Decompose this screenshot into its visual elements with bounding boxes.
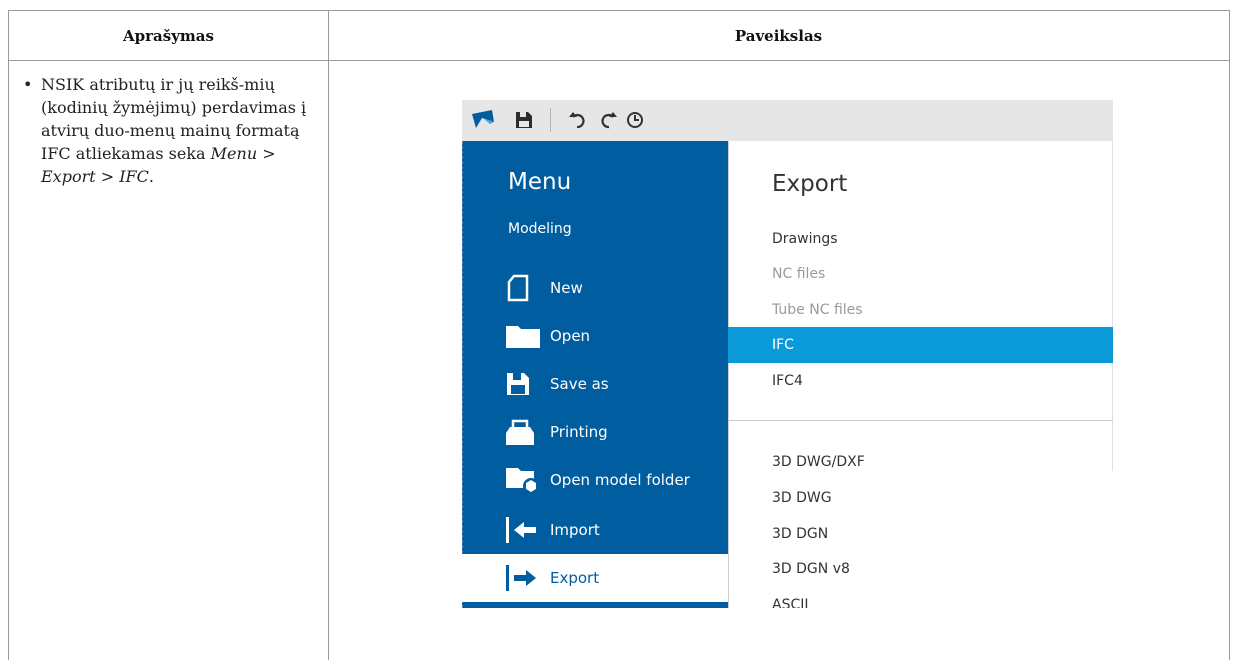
export-item-3d-dgn[interactable]: 3D DGN [728, 516, 1113, 552]
export-item-nc-files: NC files [728, 256, 1113, 292]
quick-access-toolbar [462, 100, 1113, 141]
software-screenshot: Menu Modeling New Open Save as Printing [462, 100, 1113, 608]
menu-subtitle[interactable]: Modeling [508, 221, 572, 237]
export-divider [728, 420, 1113, 421]
menu-item-save-as[interactable]: Save as [462, 360, 728, 408]
menu-item-open[interactable]: Open [462, 312, 728, 360]
export-item-label: 3D DGN [772, 526, 829, 542]
export-item-ifc[interactable]: IFC [728, 327, 1113, 363]
app-logo-icon[interactable] [470, 110, 496, 130]
undo-icon[interactable] [568, 110, 590, 130]
folder-icon [506, 324, 546, 348]
export-item-tube-nc-files: Tube NC files [728, 292, 1113, 328]
column-header-picture: Paveikslas [328, 11, 1229, 61]
export-item-3d-dwg[interactable]: 3D DWG [728, 480, 1113, 516]
menu-item-printing[interactable]: Printing [462, 408, 728, 456]
export-item-label: Tube NC files [772, 302, 863, 318]
export-item-label: Drawings [772, 231, 838, 247]
export-submenu: Export Drawings NC files Tube NC files I… [728, 141, 1113, 608]
menu-title: Menu [508, 169, 572, 195]
import-icon [506, 517, 546, 543]
export-item-label: IFC [772, 337, 794, 353]
toolbar-separator [550, 108, 551, 132]
export-item-label: NC files [772, 266, 826, 282]
menu-item-label: New [550, 279, 583, 297]
menu-item-label: Export [550, 569, 600, 587]
bullet: • [23, 75, 33, 94]
menu-item-open-model-folder[interactable]: Open model folder [462, 456, 728, 504]
export-title: Export [772, 171, 848, 197]
menu-item-label: Save as [550, 375, 609, 393]
column-divider [328, 11, 329, 660]
backstage-menu: Menu Modeling New Open Save as Printing [462, 141, 728, 608]
menu-item-new[interactable]: New [462, 264, 728, 312]
menu-item-label: Printing [550, 423, 608, 441]
column-header-description: Aprašymas [9, 11, 328, 61]
export-item-label: IFC4 [772, 373, 803, 389]
export-item-label: 3D DWG/DXF [772, 454, 865, 470]
menu-item-export[interactable]: Export [462, 554, 728, 602]
export-item-ascii[interactable]: ASCII [728, 587, 1113, 608]
export-item-ifc4[interactable]: IFC4 [728, 363, 1113, 399]
menu-item-import[interactable]: Import [462, 506, 728, 554]
export-item-3d-dwg-dxf[interactable]: 3D DWG/DXF [728, 444, 1113, 480]
redo-icon[interactable] [596, 110, 618, 130]
description-end: . [148, 167, 154, 186]
export-item-label: 3D DWG [772, 490, 832, 506]
export-icon [506, 565, 546, 591]
export-item-3d-dgn-v8[interactable]: 3D DGN v8 [728, 551, 1113, 587]
model-folder-icon [506, 466, 546, 494]
export-item-label: ASCII [772, 597, 809, 608]
export-item-label: 3D DGN v8 [772, 561, 850, 577]
new-file-icon [506, 274, 546, 302]
save-icon [506, 372, 546, 396]
export-item-drawings[interactable]: Drawings [728, 221, 1113, 257]
description-text: NSIK atributų ir jų reikš-mių (kodinių ž… [41, 73, 313, 188]
print-icon [506, 419, 546, 445]
menu-item-label: Open model folder [550, 471, 690, 489]
menu-item-label: Open [550, 327, 591, 345]
save-icon[interactable] [514, 110, 534, 130]
description-cell: • NSIK atributų ir jų reikš-mių (kodinių… [23, 73, 313, 188]
history-icon[interactable] [624, 110, 646, 130]
menu-item-label: Import [550, 521, 600, 539]
